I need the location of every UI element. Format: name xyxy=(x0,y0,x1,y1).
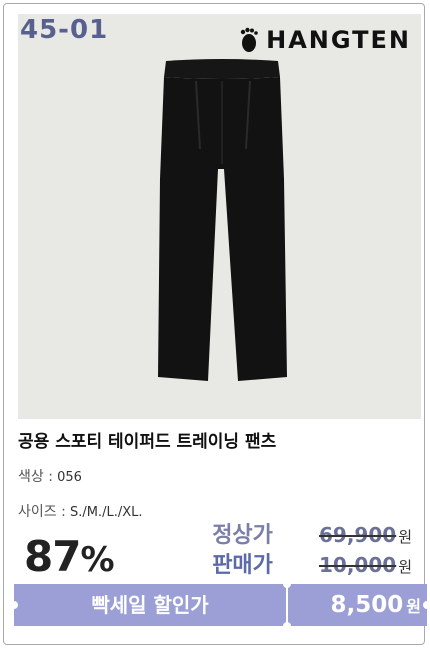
sale-price-value: 10,000 xyxy=(319,553,397,577)
list-price-unit: 원 xyxy=(398,528,412,546)
product-card[interactable]: 45-01 HANGTEN 공용 스포티 테이퍼드 트레이닝 팬츠 색상 : 0… xyxy=(3,3,425,645)
promo-price-bar[interactable]: 빡세일 할인가 8,500 원 xyxy=(10,580,430,630)
product-title[interactable]: 공용 스포티 테이퍼드 트레이닝 팬츠 xyxy=(18,427,276,452)
ticket-notch xyxy=(423,601,430,609)
sale-price-label: 판매가 xyxy=(212,553,273,578)
brand-name: HANGTEN xyxy=(266,26,411,54)
list-price-row: 정상가 69,900 원 xyxy=(212,517,412,549)
discount-unit: % xyxy=(80,540,114,580)
size-option: 사이즈 : S./M./L./XL. xyxy=(18,501,142,521)
promo-label: 빡세일 할인가 xyxy=(91,593,209,617)
brand-logo: HANGTEN xyxy=(238,26,411,54)
pants-photo xyxy=(158,59,287,381)
final-price: 8,500 원 xyxy=(288,584,422,626)
product-code: 45-01 xyxy=(20,15,109,45)
sale-price-row: 판매가 10,000 원 xyxy=(212,547,412,579)
size-value: S./M./L./XL. xyxy=(69,505,143,520)
discount-value: 87 xyxy=(24,532,81,581)
product-image[interactable]: 45-01 HANGTEN xyxy=(18,14,421,419)
footprint-icon xyxy=(240,27,258,52)
color-label: 색상 : xyxy=(18,469,53,485)
color-value: 056 xyxy=(57,470,82,485)
list-price-value: 69,900 xyxy=(319,523,397,547)
size-label: 사이즈 : xyxy=(18,504,66,520)
list-price-label: 정상가 xyxy=(212,523,273,548)
discount-rate: 87% xyxy=(24,532,115,581)
sale-price-unit: 원 xyxy=(398,558,412,576)
color-option: 색상 : 056 xyxy=(18,466,82,486)
final-price-value: 8,500 xyxy=(330,592,404,618)
final-price-unit: 원 xyxy=(406,597,421,616)
